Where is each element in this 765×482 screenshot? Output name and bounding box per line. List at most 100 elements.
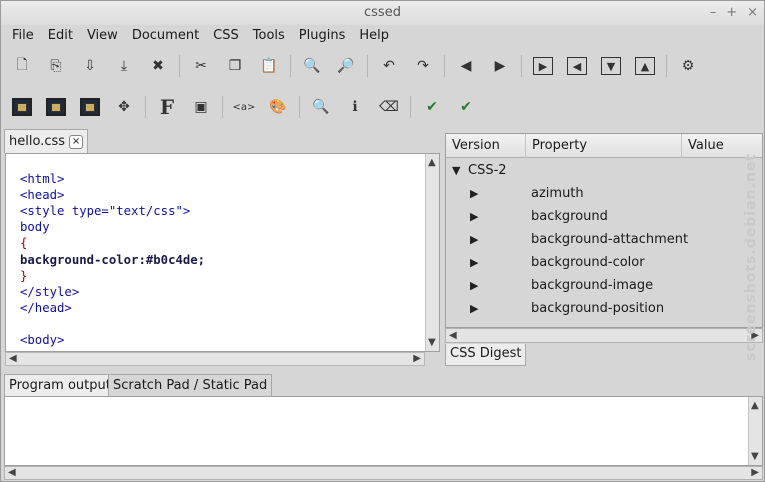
- scroll-left-icon[interactable]: ◀: [449, 330, 457, 341]
- color-icon[interactable]: ▣: [188, 94, 214, 120]
- scroll-up-icon[interactable]: ▲: [428, 157, 436, 168]
- margin-box-icon[interactable]: [77, 94, 103, 120]
- validate-all-icon[interactable]: ✔: [453, 94, 479, 120]
- menu-view[interactable]: View: [80, 25, 125, 47]
- preferences-icon[interactable]: ⚙: [675, 53, 701, 79]
- scroll-left-icon[interactable]: ◀: [8, 467, 16, 478]
- code-line: <head>: [20, 188, 65, 203]
- clear-icon[interactable]: ⌫: [376, 94, 402, 120]
- editor-tabbar: hello.css ×: [4, 129, 440, 153]
- forward-icon[interactable]: ▶: [487, 53, 513, 79]
- tree-row[interactable]: ▶ azimuth: [446, 182, 762, 205]
- code-line: <style type="text/css">: [20, 204, 191, 219]
- show-footer-icon[interactable]: ▶: [530, 53, 556, 79]
- new-document-icon[interactable]: 🗋: [9, 53, 35, 79]
- property-name: background-color: [531, 255, 645, 270]
- collapsed-icon[interactable]: ▶: [470, 205, 478, 228]
- close-tab-icon[interactable]: ×: [69, 134, 84, 149]
- menu-bar: File Edit View Document CSS Tools Plugin…: [1, 25, 764, 47]
- tab-hello-css[interactable]: hello.css ×: [4, 129, 89, 153]
- show-sidebar-icon[interactable]: ◀: [564, 53, 590, 79]
- output-vscrollbar[interactable]: ▲ ▼: [748, 397, 762, 465]
- menu-document[interactable]: Document: [125, 25, 206, 47]
- column-version[interactable]: Version: [446, 134, 526, 158]
- collapsed-icon[interactable]: ▶: [470, 274, 478, 297]
- menu-css[interactable]: CSS: [206, 25, 246, 47]
- move-icon[interactable]: ✥: [111, 94, 137, 120]
- tree-row[interactable]: ▶ background-position: [446, 297, 762, 320]
- scroll-up-icon[interactable]: ▲: [751, 400, 759, 411]
- tree-row[interactable]: ▶ background-attachment: [446, 228, 762, 251]
- code-line: <body>: [20, 333, 65, 348]
- code-line: </style>: [20, 284, 80, 299]
- info-icon[interactable]: ℹ: [342, 94, 368, 120]
- undo-icon[interactable]: ↶: [376, 53, 402, 79]
- tree-row[interactable]: ▶ background-color: [446, 251, 762, 274]
- code-line: background-color:#b0c4de;: [20, 252, 206, 267]
- menu-help[interactable]: Help: [352, 25, 396, 47]
- show-top-icon[interactable]: ▲: [632, 53, 658, 79]
- collapsed-icon[interactable]: ▶: [470, 251, 478, 274]
- property-name: azimuth: [531, 186, 584, 201]
- tab-scratch-pad[interactable]: Scratch Pad / Static Pad: [108, 374, 273, 396]
- close-document-icon[interactable]: ✖: [145, 53, 171, 79]
- tree-group-row[interactable]: ▼ CSS-2: [446, 159, 762, 182]
- bottom-tabbar: Program output Scratch Pad / Static Pad: [4, 374, 764, 396]
- palette-icon[interactable]: 🎨: [265, 94, 291, 120]
- tab-program-output[interactable]: Program output: [4, 374, 116, 396]
- app-window: cssed – + × File Edit View Document CSS …: [0, 0, 765, 482]
- collapsed-icon[interactable]: ▶: [470, 228, 478, 251]
- tree-hscrollbar[interactable]: ◀ ▶: [445, 328, 763, 343]
- collapsed-icon[interactable]: ▶: [470, 182, 478, 205]
- close-icon[interactable]: ×: [747, 1, 758, 25]
- save-as-icon[interactable]: ⤓: [111, 53, 137, 79]
- editor-vscrollbar[interactable]: ▲ ▼: [425, 154, 439, 351]
- padding-box-icon[interactable]: [43, 94, 69, 120]
- scan-selector-icon[interactable]: 🔍: [308, 94, 334, 120]
- tab-css-digest[interactable]: CSS Digest: [445, 344, 527, 366]
- cut-icon[interactable]: ✂: [188, 53, 214, 79]
- scroll-right-icon[interactable]: ▶: [751, 467, 759, 478]
- minimize-icon[interactable]: –: [710, 1, 717, 25]
- menu-plugins[interactable]: Plugins: [292, 25, 353, 47]
- window-title: cssed: [364, 5, 401, 20]
- redo-icon[interactable]: ↷: [410, 53, 436, 79]
- copy-icon[interactable]: ❐: [222, 53, 248, 79]
- maximize-icon[interactable]: +: [726, 1, 737, 25]
- css-toolbar: ✥ F ▣ <a> 🎨 🔍 ℹ ⌫ ✔ ✔: [1, 89, 764, 125]
- css-property-tree[interactable]: Version Property Value ▼ CSS-2 ▶ azimuth…: [445, 133, 763, 328]
- scroll-down-icon[interactable]: ▼: [428, 337, 436, 348]
- scroll-right-icon[interactable]: ▶: [413, 353, 421, 364]
- title-bar: cssed – + ×: [1, 1, 764, 25]
- tab-label: hello.css: [9, 134, 66, 149]
- scroll-down-icon[interactable]: ▼: [751, 451, 759, 462]
- program-output-pane[interactable]: ▲ ▼: [4, 396, 763, 466]
- scroll-left-icon[interactable]: ◀: [9, 353, 17, 364]
- validate-icon[interactable]: ✔: [419, 94, 445, 120]
- editor-hscrollbar[interactable]: ◀ ▶: [5, 352, 425, 366]
- tree-row[interactable]: ▶ background-image: [446, 274, 762, 297]
- output-hscrollbar[interactable]: ◀ ▶: [4, 466, 763, 480]
- menu-edit[interactable]: Edit: [41, 25, 80, 47]
- font-icon[interactable]: F: [154, 94, 180, 120]
- code-line: <html>: [20, 172, 65, 187]
- code-editor[interactable]: <html> <head> <style type="text/css"> body{…: [5, 153, 440, 352]
- watermark: screenshots.debian.net: [743, 153, 759, 361]
- show-bottom-icon[interactable]: ▼: [598, 53, 624, 79]
- save-icon[interactable]: ⇩: [77, 53, 103, 79]
- collapsed-icon[interactable]: ▶: [470, 297, 478, 320]
- tag-icon[interactable]: <a>: [231, 94, 257, 120]
- border-box-icon[interactable]: [9, 94, 35, 120]
- tree-row[interactable]: ▶ background: [446, 205, 762, 228]
- search-icon[interactable]: 🔍: [299, 53, 325, 79]
- menu-file[interactable]: File: [5, 25, 41, 47]
- menu-tools[interactable]: Tools: [246, 25, 292, 47]
- open-icon[interactable]: ⎘: [43, 53, 69, 79]
- back-icon[interactable]: ◀: [453, 53, 479, 79]
- replace-icon[interactable]: 🔎: [333, 53, 359, 79]
- tree-header: Version Property Value: [446, 134, 762, 158]
- expanded-icon[interactable]: ▼: [452, 159, 460, 182]
- paste-icon[interactable]: 📋: [256, 53, 282, 79]
- column-property[interactable]: Property: [526, 134, 682, 158]
